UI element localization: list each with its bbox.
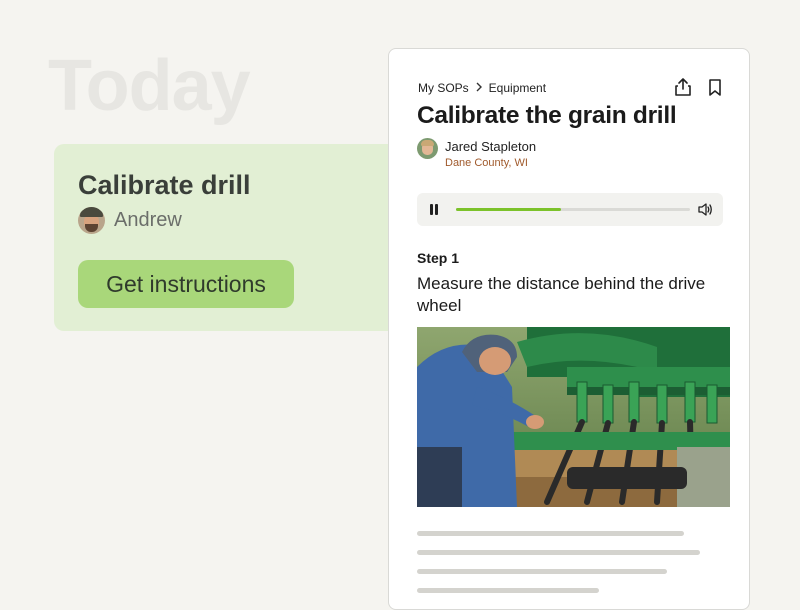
breadcrumb-equipment[interactable]: Equipment [489,81,546,95]
get-instructions-button[interactable]: Get instructions [78,260,294,308]
breadcrumb: My SOPs Equipment [418,80,546,95]
step-photo [417,327,730,507]
audio-player [417,193,723,226]
task-title: Calibrate drill [78,170,251,200]
text-line [417,550,700,555]
text-line [417,569,667,574]
step-label: Step 1 [417,250,460,266]
volume-icon[interactable] [697,202,713,217]
assignee-avatar [78,207,105,234]
author-avatar [417,138,438,159]
chevron-right-icon [475,80,483,95]
assignee-name: Andrew [114,209,182,231]
step-text: Measure the distance behind the drive wh… [417,274,706,315]
assignee: Andrew [78,207,182,234]
audio-progress-fill [456,208,562,211]
doc-actions [673,77,725,97]
text-line [417,531,684,536]
author-location: Dane County, WI [445,157,528,169]
bookmark-icon[interactable] [705,77,725,97]
text-line [417,588,599,593]
sop-panel: My SOPs Equipment Calibrate the grain dr… [388,48,750,610]
pause-icon[interactable] [429,204,439,215]
placeholder-text-lines [417,531,700,607]
author: Jared Stapleton Dane County, WI [417,138,536,170]
audio-progress-track[interactable] [456,208,690,211]
today-heading: Today [48,46,251,126]
share-icon[interactable] [673,77,693,97]
sop-title: Calibrate the grain drill [417,102,677,129]
breadcrumb-my-sops[interactable]: My SOPs [418,81,469,95]
task-card[interactable]: Calibrate drill Andrew Get instructions [54,144,414,331]
author-name: Jared Stapleton [445,139,537,154]
